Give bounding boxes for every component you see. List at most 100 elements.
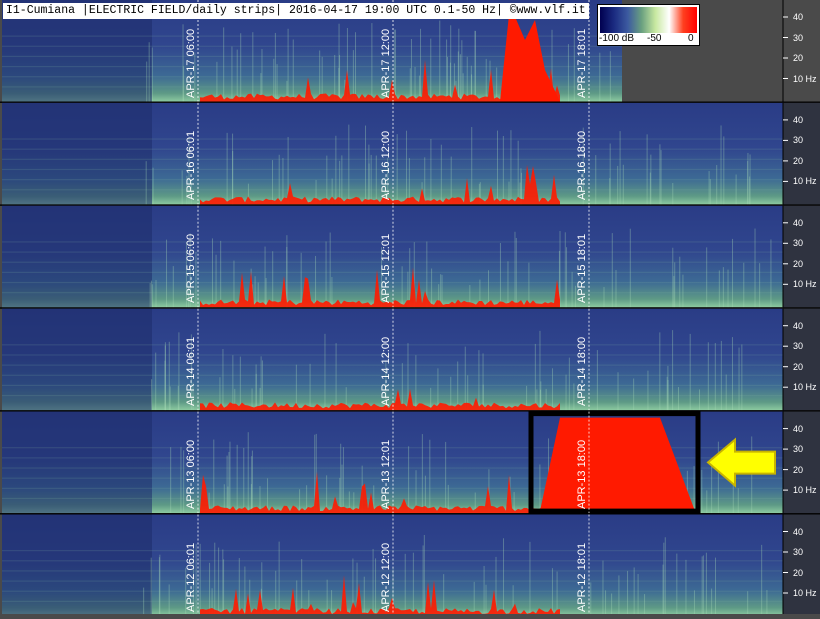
noise-streak bbox=[674, 262, 676, 308]
noise-streak bbox=[741, 344, 743, 411]
noise-streak bbox=[146, 61, 148, 102]
strip-separator bbox=[0, 513, 820, 515]
noise-streak bbox=[151, 379, 153, 411]
noise-streak bbox=[450, 376, 452, 411]
freq-tick-label: 30 bbox=[793, 32, 804, 43]
spectrogram-chart bbox=[0, 0, 820, 618]
noise-streak bbox=[602, 560, 604, 616]
noise-streak bbox=[424, 157, 426, 205]
noise-streak bbox=[238, 558, 240, 616]
noise-streak bbox=[415, 355, 417, 411]
noise-streak bbox=[149, 283, 151, 308]
noise-streak bbox=[326, 155, 328, 205]
freq-tick-label: 40 bbox=[793, 12, 804, 22]
colorbar-min-label: -100 dB bbox=[599, 33, 635, 44]
noise-streak bbox=[567, 44, 569, 102]
noise-streak bbox=[644, 594, 646, 616]
noise-streak bbox=[404, 553, 406, 616]
noise-streak bbox=[334, 54, 336, 102]
noise-streak bbox=[566, 247, 568, 308]
noise-streak bbox=[747, 152, 749, 205]
noise-streak bbox=[430, 138, 432, 205]
noise-streak bbox=[487, 270, 489, 308]
freq-tick-label: 10 Hz bbox=[793, 485, 817, 496]
freq-tick-label: 10 Hz bbox=[793, 588, 817, 598]
noise-streak bbox=[423, 534, 425, 616]
noise-streak bbox=[611, 233, 613, 308]
noise-streak bbox=[372, 548, 374, 616]
noise-streak bbox=[705, 552, 707, 616]
chart-title: I1-Cumiana |ELECTRIC FIELD/daily strips|… bbox=[3, 3, 589, 19]
noise-streak bbox=[371, 23, 373, 102]
noise-streak bbox=[244, 566, 246, 616]
noise-streak bbox=[239, 356, 241, 411]
noise-streak bbox=[732, 238, 734, 308]
strip-time-label: APR-14 18:00 bbox=[576, 337, 588, 407]
noise-streak bbox=[440, 144, 442, 205]
noise-streak bbox=[482, 353, 484, 411]
noise-streak bbox=[677, 387, 679, 411]
noise-streak bbox=[459, 54, 461, 102]
noise-streak bbox=[723, 136, 725, 205]
noise-streak bbox=[145, 161, 147, 205]
noise-streak bbox=[707, 342, 709, 411]
strip-time-label: APR-14 12:00 bbox=[380, 337, 392, 407]
freq-tick-label: 10 Hz bbox=[793, 382, 817, 393]
noise-streak bbox=[552, 368, 554, 411]
noise-streak bbox=[292, 39, 294, 102]
noise-streak bbox=[211, 238, 213, 308]
noise-streak bbox=[646, 134, 648, 205]
strip-time-label: APR-15 06:00 bbox=[185, 234, 197, 304]
noise-streak bbox=[693, 590, 695, 616]
noise-streak bbox=[150, 280, 152, 308]
noise-streak bbox=[659, 144, 661, 205]
noise-streak bbox=[223, 559, 225, 616]
noise-streak bbox=[159, 554, 161, 616]
noise-streak bbox=[199, 543, 201, 616]
noise-streak bbox=[672, 247, 674, 308]
noise-streak bbox=[617, 165, 619, 205]
noise-streak bbox=[431, 268, 433, 308]
noise-streak bbox=[352, 50, 354, 102]
noise-streak bbox=[439, 20, 441, 102]
noise-streak bbox=[342, 447, 344, 514]
freq-tick-label: 40 bbox=[793, 423, 804, 434]
night-shade bbox=[2, 102, 152, 205]
noise-streak bbox=[650, 154, 652, 205]
noise-streak bbox=[341, 155, 343, 205]
noise-streak bbox=[282, 157, 284, 205]
noise-streak bbox=[735, 174, 737, 205]
strip-separator bbox=[0, 101, 820, 103]
freq-tick-label: 20 bbox=[793, 567, 804, 578]
noise-streak bbox=[689, 333, 691, 411]
noise-streak bbox=[437, 368, 439, 411]
noise-streak bbox=[355, 32, 357, 102]
noise-streak bbox=[615, 270, 617, 308]
noise-streak bbox=[166, 239, 168, 308]
strip-time-label: APR-17 06:00 bbox=[185, 28, 197, 98]
strip-time-label: APR-15 18:01 bbox=[576, 234, 588, 304]
noise-streak bbox=[759, 263, 761, 308]
colorbar-mid-label: -50 bbox=[647, 33, 662, 44]
strip-time-label: APR-12 12:00 bbox=[380, 542, 392, 612]
noise-streak bbox=[662, 564, 664, 616]
noise-streak bbox=[422, 545, 424, 616]
noise-streak bbox=[375, 155, 377, 205]
noise-streak bbox=[672, 330, 674, 411]
noise-streak bbox=[401, 266, 403, 308]
harmonic-band bbox=[2, 580, 783, 582]
noise-streak bbox=[603, 286, 605, 308]
strip-time-label: APR-13 18:00 bbox=[576, 439, 588, 510]
noise-streak bbox=[534, 343, 536, 411]
noise-streak bbox=[365, 125, 367, 205]
noise-streak bbox=[515, 238, 517, 308]
noise-streak bbox=[446, 39, 448, 102]
noise-streak bbox=[150, 557, 152, 616]
noise-streak bbox=[301, 559, 303, 616]
noise-streak bbox=[226, 132, 228, 205]
noise-streak bbox=[499, 242, 501, 308]
noise-streak bbox=[660, 150, 662, 205]
noise-streak bbox=[510, 130, 512, 205]
noise-streak bbox=[368, 163, 370, 205]
noise-streak bbox=[446, 56, 448, 102]
